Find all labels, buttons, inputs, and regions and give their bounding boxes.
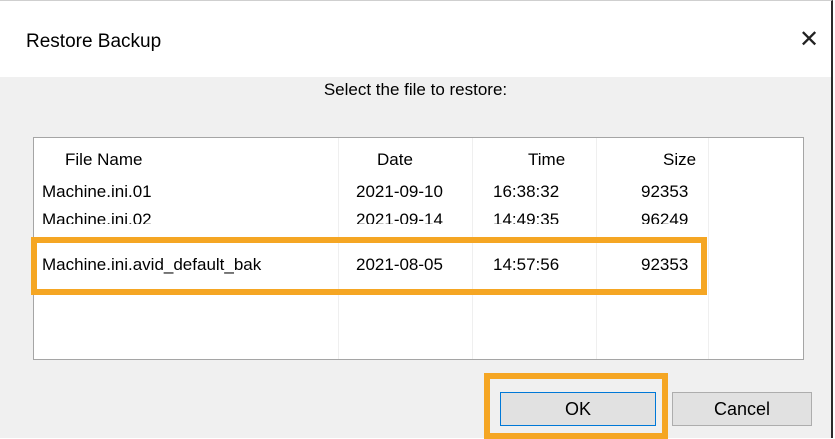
cell-size: 92353: [641, 182, 689, 201]
column-divider: [472, 138, 473, 359]
cell-size: 92353: [641, 255, 689, 274]
cell-time: 14:57:56: [493, 255, 560, 274]
column-divider: [596, 138, 597, 359]
column-divider: [708, 138, 709, 359]
cell-file-name: Machine.ini.avid_default_bak: [42, 255, 262, 274]
table-row[interactable]: Machine.ini.01 2021-09-10 16:38:32 92353: [34, 182, 803, 210]
close-icon[interactable]: ✕: [791, 21, 827, 57]
column-header-size[interactable]: Size: [663, 150, 696, 170]
restore-backup-dialog: Restore Backup ✕ Select the file to rest…: [0, 0, 833, 439]
title-bar: Restore Backup ✕: [0, 1, 831, 77]
cell-file-name: Machine.ini.01: [42, 182, 152, 201]
cell-file-name: Machine.ini.02: [42, 210, 152, 224]
row-clip: Machine.ini.02 2021-09-14 14:49:35 96249: [34, 210, 803, 224]
cell-date: 2021-09-10: [356, 182, 443, 201]
select-file-prompt: Select the file to restore:: [323, 80, 508, 99]
table-row[interactable]: Machine.ini.02 2021-09-14 14:49:35 96249: [34, 210, 803, 238]
cancel-button[interactable]: Cancel: [672, 392, 812, 426]
cell-date: 2021-09-14: [356, 210, 443, 224]
backup-file-list[interactable]: File Name Date Time Size Machine.ini.01 …: [33, 137, 804, 360]
cell-size: 96249: [641, 210, 689, 224]
column-divider: [338, 138, 339, 359]
cell-time: 16:38:32: [493, 182, 560, 201]
column-header-date[interactable]: Date: [377, 150, 413, 170]
cell-date: 2021-08-05: [356, 255, 443, 274]
column-header-file-name[interactable]: File Name: [65, 150, 142, 170]
dialog-title: Restore Backup: [26, 31, 162, 52]
cell-time: 14:49:35: [493, 210, 560, 224]
ok-button[interactable]: OK: [500, 392, 656, 426]
table-row-selected[interactable]: Machine.ini.avid_default_bak 2021-08-05 …: [34, 255, 803, 283]
column-header-time[interactable]: Time: [528, 150, 565, 170]
